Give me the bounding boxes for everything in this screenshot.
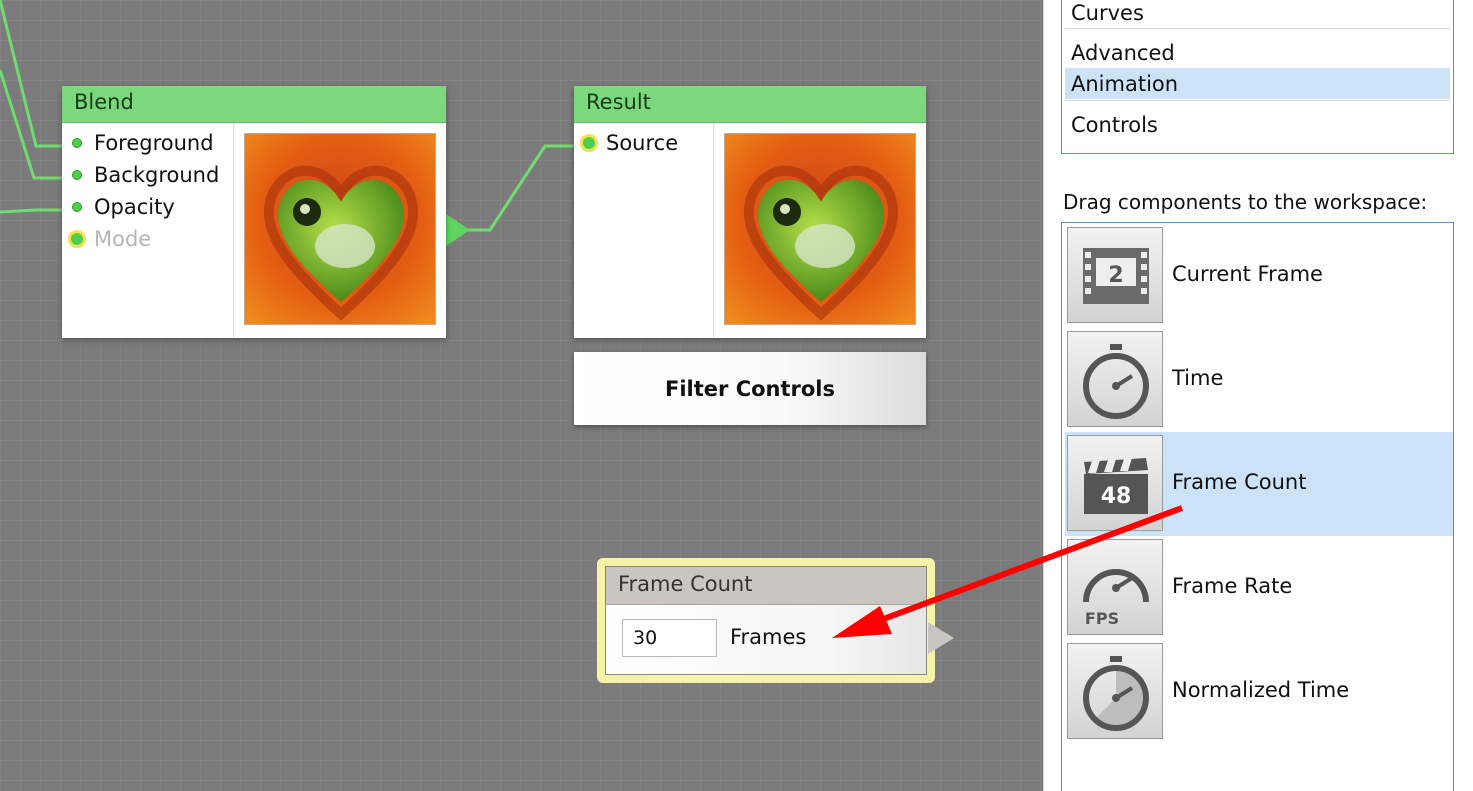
port-foreground[interactable]: Foreground (70, 131, 214, 155)
svg-text:FPS: FPS (1085, 609, 1119, 628)
stopwatch-icon (1067, 331, 1163, 427)
port-opacity[interactable]: Opacity (70, 195, 175, 219)
component-current-frame[interactable]: 2 Current Frame (1065, 224, 1453, 328)
port-mode[interactable]: Mode (68, 227, 151, 251)
workspace-canvas[interactable]: Blend Foreground Background Opacity Mode (0, 0, 1043, 791)
clapperboard-icon: 48 (1067, 435, 1163, 531)
blend-node[interactable]: Blend Foreground Background Opacity Mode (62, 86, 446, 338)
port-background[interactable]: Background (70, 163, 219, 187)
component-label: Frame Count (1172, 470, 1307, 494)
category-divider (1065, 100, 1450, 101)
frame-count-output-port[interactable] (926, 620, 956, 656)
frames-label: Frames (730, 625, 807, 649)
drag-hint-text: Drag components to the workspace: (1063, 190, 1428, 214)
port-dot-icon (68, 230, 86, 248)
category-list[interactable]: Curves Advanced Animation Controls (1061, 0, 1454, 154)
category-controls[interactable]: Controls (1065, 109, 1450, 140)
category-curves[interactable]: Curves (1065, 0, 1450, 28)
result-node[interactable]: Result Source (574, 86, 926, 338)
component-frame-count[interactable]: 48 Frame Count (1065, 432, 1453, 536)
component-label: Current Frame (1172, 262, 1323, 286)
category-divider (1065, 28, 1450, 29)
frame-count-node-title: Frame Count (606, 567, 926, 605)
component-panel: Curves Advanced Animation Controls Drag … (1043, 0, 1473, 791)
filter-controls-button[interactable]: Filter Controls (574, 352, 926, 425)
blend-node-title: Blend (62, 86, 446, 123)
category-advanced[interactable]: Advanced (1065, 37, 1450, 68)
stopwatch-pie-icon (1067, 643, 1163, 739)
blend-preview-image (244, 133, 436, 325)
component-list[interactable]: 2 Current Frame Time 48 Frame Count FPS … (1061, 222, 1454, 791)
component-label: Frame Rate (1172, 574, 1293, 598)
svg-text:48: 48 (1101, 484, 1132, 509)
component-frame-rate[interactable]: FPS Frame Rate (1065, 536, 1453, 640)
frame-count-input[interactable] (622, 619, 717, 657)
component-label: Time (1172, 366, 1224, 390)
speedometer-icon: FPS (1067, 539, 1163, 635)
port-dot-icon (580, 134, 598, 152)
result-node-title: Result (574, 86, 926, 123)
component-time[interactable]: Time (1065, 328, 1453, 432)
category-animation[interactable]: Animation (1065, 68, 1450, 99)
result-preview-image (724, 133, 916, 325)
component-normalized-time[interactable]: Normalized Time (1065, 640, 1453, 744)
port-dot-icon (72, 170, 82, 180)
port-dot-icon (72, 202, 82, 212)
svg-text:2: 2 (1108, 263, 1123, 288)
wire-blend-to-result (466, 144, 590, 232)
port-dot-icon (72, 138, 82, 148)
component-label: Normalized Time (1172, 678, 1350, 702)
port-source[interactable]: Source (580, 131, 678, 155)
frame-count-node[interactable]: Frame Count Frames (597, 558, 935, 683)
film-frame-icon: 2 (1067, 227, 1163, 323)
blend-output-port (446, 214, 470, 246)
